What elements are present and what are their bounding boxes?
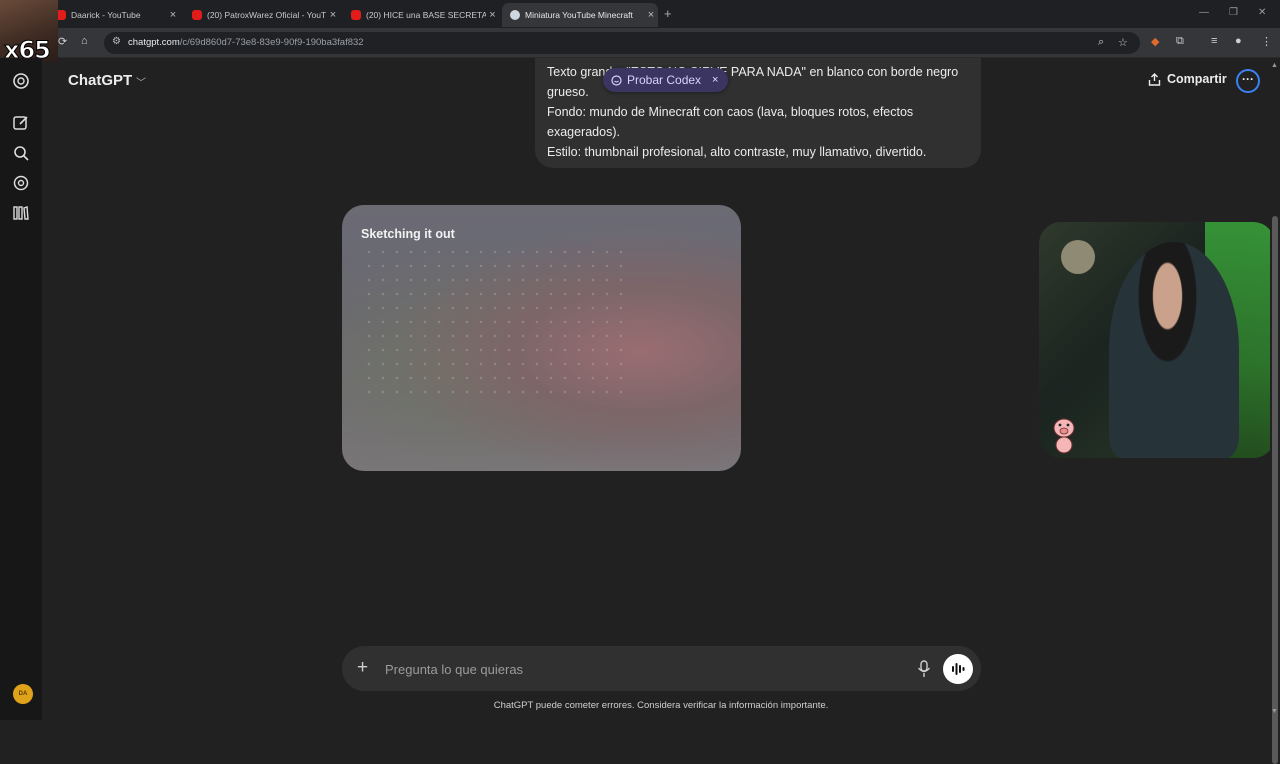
message-composer: + (342, 646, 981, 691)
media-control-icon[interactable]: ≡ (1211, 35, 1217, 47)
close-icon[interactable]: × (644, 9, 658, 21)
prompt-input[interactable] (385, 658, 905, 680)
image-status-label: Sketching it out (361, 227, 455, 241)
scroll-up-icon[interactable]: ▲ (1271, 62, 1278, 69)
browser-tab[interactable]: (20) HICE una BASE SECRETA d × (343, 3, 499, 27)
scrollbar[interactable]: ▲ ▼ (1270, 58, 1280, 764)
codex-label: Probar Codex (627, 73, 702, 87)
extension-icon[interactable]: ◆ (1151, 35, 1159, 48)
url-text: chatgpt.com/c/69d860d7-73e8-83e9-90f9-19… (128, 37, 364, 48)
close-icon[interactable]: × (712, 74, 718, 86)
url-path: /c/69d860d7-73e8-83e9-90f9-190ba3faf832 (179, 37, 364, 48)
scroll-down-icon[interactable]: ▼ (1271, 708, 1278, 715)
tab-title: (20) HICE una BASE SECRETA d (366, 10, 486, 20)
facecam-overlay: x65 (0, 0, 58, 62)
browser-tab[interactable]: (20) PatroxWarez Oficial - YouT × (184, 3, 340, 27)
tab-title: (20) PatroxWarez Oficial - YouT (207, 10, 327, 20)
browser-tab-bar: Daarick - YouTube × (20) PatroxWarez Ofi… (0, 0, 1280, 28)
voice-mode-button[interactable] (943, 654, 973, 684)
voice-waveform-icon (952, 663, 965, 675)
codex-icon (611, 74, 622, 86)
share-label: Compartir (1167, 72, 1227, 86)
reload-icon[interactable]: ⟳ (58, 35, 67, 48)
user-message-bubble: Texto grande: "ESTO NO SIRVE PARA NADA" … (535, 58, 981, 168)
library-icon[interactable] (12, 204, 30, 222)
browser-address-bar: ⟳ ⌂ ⚙ chatgpt.com/c/69d860d7-73e8-83e9-9… (0, 28, 1280, 58)
share-button[interactable]: Compartir (1148, 72, 1227, 86)
new-tab-icon[interactable]: + (664, 6, 672, 21)
chrome-menu-icon[interactable]: ⋮ (1261, 35, 1272, 48)
chatgpt-icon (510, 10, 520, 20)
message-line: Estilo: thumbnail profesional, alto cont… (547, 145, 927, 159)
browser-tab-active[interactable]: Miniatura YouTube Minecraft × (502, 3, 658, 27)
zoom-icon[interactable]: ⌕ (1098, 36, 1104, 49)
streamer (1109, 242, 1239, 458)
browser-tab[interactable]: Daarick - YouTube × (48, 3, 180, 27)
search-icon[interactable] (12, 144, 30, 162)
image-generation-card: Sketching it out (342, 205, 741, 471)
home-icon[interactable]: ⌂ (81, 35, 88, 47)
more-options-button[interactable]: ··· (1236, 69, 1260, 93)
site-settings-icon[interactable]: ⚙ (112, 36, 121, 47)
close-icon[interactable]: × (486, 9, 499, 21)
youtube-icon (192, 10, 202, 20)
pig-sticker-icon (1053, 418, 1075, 454)
model-selector-title[interactable]: ChatGPT (68, 72, 132, 89)
openai-logo-icon[interactable] (12, 72, 30, 90)
message-line: Fondo: mundo de Minecraft con caos (lava… (547, 105, 914, 139)
url-field[interactable]: ⚙ chatgpt.com/c/69d860d7-73e8-83e9-90f9-… (104, 32, 1140, 54)
tab-title: Miniatura YouTube Minecraft (525, 10, 633, 20)
try-codex-pill[interactable]: Probar Codex × (603, 68, 729, 92)
bookmark-star-icon[interactable]: ☆ (1118, 36, 1128, 49)
microphone (1061, 240, 1095, 274)
microphone-icon[interactable] (917, 660, 931, 678)
tab-title: Daarick - YouTube (71, 10, 141, 20)
close-window-icon[interactable]: ✕ (1258, 7, 1266, 18)
images-icon[interactable] (12, 174, 30, 192)
url-host: chatgpt.com (128, 37, 180, 48)
minimize-icon[interactable]: — (1199, 7, 1209, 18)
maximize-icon[interactable]: ❐ (1229, 7, 1238, 18)
close-icon[interactable]: × (166, 9, 180, 21)
sidebar: DA (0, 58, 42, 720)
scrollbar-thumb[interactable] (1272, 216, 1278, 764)
chevron-down-icon[interactable]: ﹀ (136, 74, 146, 89)
plus-icon[interactable]: + (357, 657, 368, 679)
extensions-puzzle-icon[interactable]: ⧉ (1176, 35, 1184, 48)
new-chat-icon[interactable] (12, 114, 30, 132)
close-icon[interactable]: × (326, 9, 340, 21)
youtube-icon (351, 10, 361, 20)
profile-icon[interactable]: ● (1235, 35, 1242, 47)
loading-dots-pattern (362, 245, 622, 405)
disclaimer-text: ChatGPT puede cometer errores. Considera… (493, 700, 829, 711)
share-icon (1148, 72, 1161, 86)
